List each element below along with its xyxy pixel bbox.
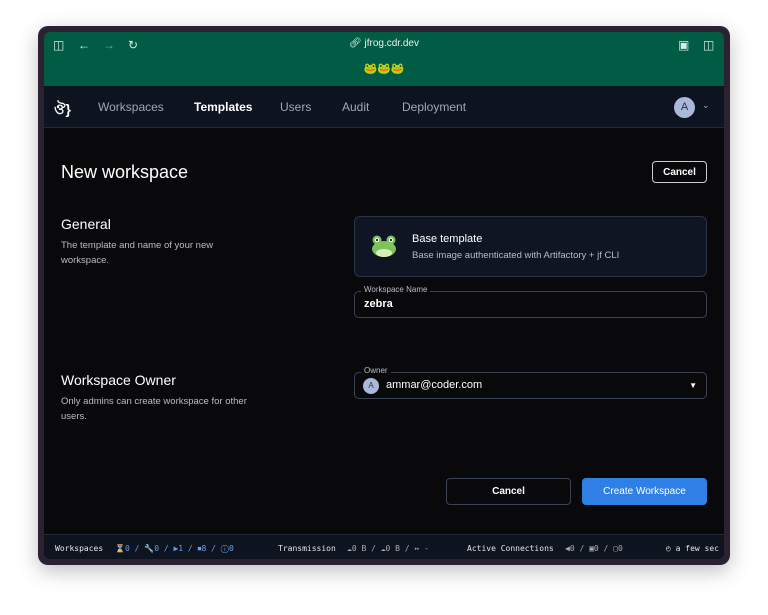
workspace-name-field[interactable]: Workspace Name zebra: [354, 285, 707, 318]
frog-icon: [372, 235, 396, 257]
status-workspaces-label: Workspaces: [55, 544, 104, 553]
status-connections-label: Active Connections: [467, 544, 554, 553]
owner-label: Owner: [361, 366, 391, 375]
cancel-button-top[interactable]: Cancel: [652, 161, 707, 183]
template-description: Base image authenticated with Artifactor…: [412, 250, 620, 261]
owner-select[interactable]: Owner A ammar@coder.com ▼: [354, 366, 707, 399]
address-bar[interactable]: 🔗︎ jfrog.cdr.dev: [44, 38, 724, 49]
status-transmission-values: ☁0 B / ☁0 B / ↔ -: [347, 544, 429, 553]
general-description: The template and name of your new worksp…: [61, 240, 214, 266]
reader-icon[interactable]: ▣: [678, 38, 689, 52]
status-connections-values: ◀0 / ▣0 / ▢0: [565, 544, 623, 553]
user-avatar[interactable]: A: [674, 97, 695, 118]
status-workspaces-counts[interactable]: ⌛0 / 🔧0 / ▶1 / ⏹8 / ⓘ0: [115, 544, 234, 554]
browser-window: ◫ ← → ↻ 🔗︎ jfrog.cdr.dev 🐸🐸🐸 ▣ ◫ ঔ} Work…: [38, 26, 730, 565]
split-view-icon[interactable]: ◫: [703, 38, 714, 52]
link-icon: 🔗︎: [349, 38, 365, 49]
workspace-name-input[interactable]: zebra: [364, 298, 393, 310]
create-workspace-button[interactable]: Create Workspace: [582, 478, 707, 505]
nav-audit[interactable]: Audit: [342, 100, 369, 114]
cancel-button[interactable]: Cancel: [446, 478, 571, 505]
browser-toolbar: ◫ ← → ↻ 🔗︎ jfrog.cdr.dev 🐸🐸🐸 ▣ ◫: [44, 32, 724, 86]
coder-logo[interactable]: ঔ}: [54, 98, 71, 122]
owner-avatar: A: [363, 378, 379, 394]
template-name: Base template: [412, 233, 483, 245]
nav-workspaces[interactable]: Workspaces: [98, 100, 164, 114]
owner-description: Only admins can create workspace for oth…: [61, 396, 247, 422]
owner-value: ammar@coder.com: [386, 379, 483, 391]
workspace-name-label: Workspace Name: [361, 285, 431, 294]
nav-users[interactable]: Users: [280, 100, 311, 114]
clock-icon: ◴: [666, 544, 676, 553]
page-banner: 🐸🐸🐸: [363, 63, 405, 75]
page-title: New workspace: [61, 162, 189, 182]
nav-deployment[interactable]: Deployment: [402, 100, 466, 114]
general-heading: General: [61, 216, 111, 232]
owner-heading: Workspace Owner: [61, 372, 176, 388]
dropdown-caret-icon: ▼: [689, 381, 697, 390]
top-nav: ঔ} Workspaces Templates Users Audit Depl…: [44, 86, 724, 128]
template-card[interactable]: Base template Base image authenticated w…: [354, 216, 707, 277]
chevron-down-icon[interactable]: ⌄: [702, 100, 710, 111]
status-bar: Workspaces ⌛0 / 🔧0 / ▶1 / ⏹8 / ⓘ0 Transm…: [44, 534, 724, 559]
nav-templates[interactable]: Templates: [194, 100, 252, 114]
status-updated: ◴ a few sec: [666, 544, 719, 553]
status-transmission-label: Transmission: [278, 544, 336, 553]
